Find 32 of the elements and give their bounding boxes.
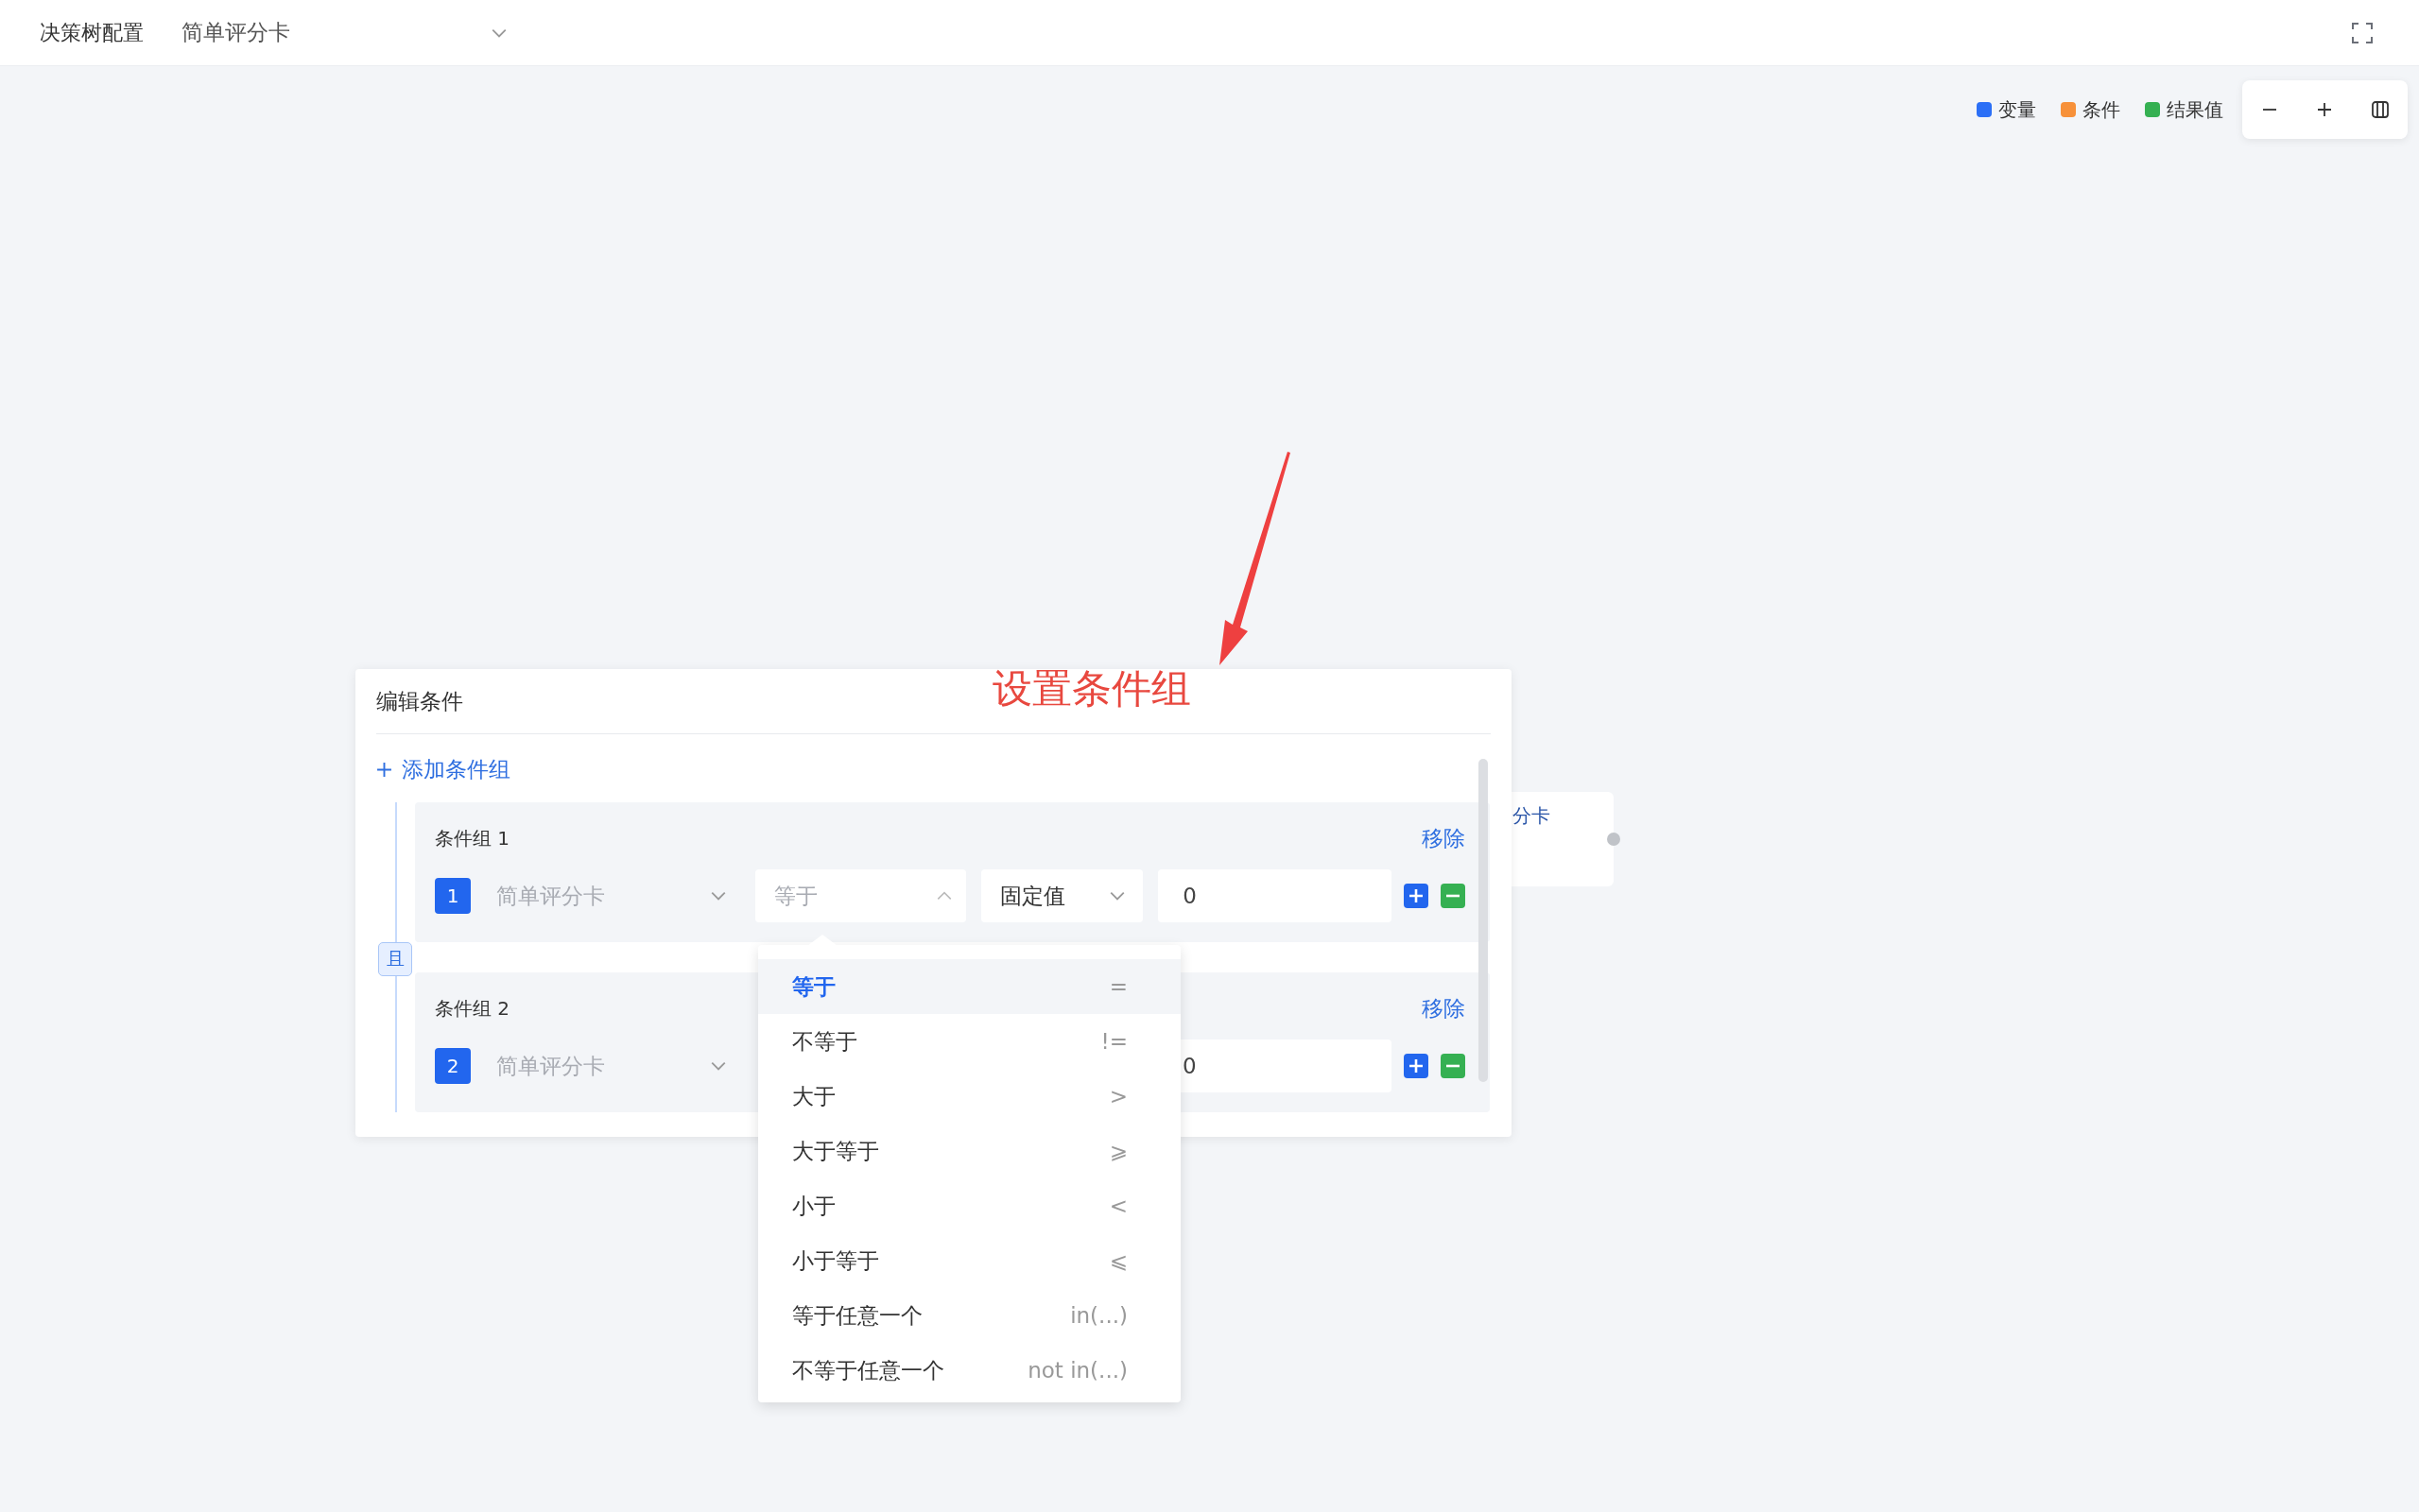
add-condition-button[interactable] <box>1404 884 1428 908</box>
value-type-select[interactable]: 固定值 <box>980 869 1144 922</box>
node-handle[interactable] <box>1607 833 1620 846</box>
add-condition-button[interactable] <box>1404 1054 1428 1078</box>
annotation-text: 设置条件组 <box>993 664 1191 713</box>
fullscreen-icon[interactable] <box>2351 21 2374 44</box>
operator-option[interactable]: 小于 < <box>758 1178 1181 1233</box>
operator-option[interactable]: 等于 = <box>758 959 1181 1014</box>
legend-label: 结果值 <box>2167 96 2223 123</box>
tree-select[interactable]: 简单评分卡 <box>181 18 508 47</box>
fit-view-icon[interactable] <box>2370 100 2390 119</box>
dialog-title: 编辑条件 <box>376 687 463 715</box>
legend-label: 变量 <box>1998 96 2036 123</box>
add-group-link[interactable]: 添加条件组 <box>376 753 510 785</box>
operator-option[interactable]: 小于等于 ⩽ <box>758 1233 1181 1288</box>
remove-link[interactable]: 移除 <box>1422 993 1465 1023</box>
operator-option[interactable]: 不等于任意一个 not in(...) <box>758 1343 1181 1398</box>
node-label: 分卡 <box>1512 804 1550 827</box>
condition-number: 2 <box>435 1048 471 1084</box>
and-tag[interactable]: 且 <box>378 942 412 976</box>
group-title: 条件组 2 <box>435 995 510 1022</box>
legend-label: 条件 <box>2082 96 2120 123</box>
operator-option[interactable]: 大于等于 ⩾ <box>758 1124 1181 1178</box>
remove-condition-button[interactable] <box>1441 1054 1465 1078</box>
plus-icon <box>376 761 392 778</box>
scrollbar[interactable] <box>1478 759 1488 1082</box>
remove-condition-button[interactable] <box>1441 884 1465 908</box>
group-title: 条件组 1 <box>435 825 510 851</box>
value-field[interactable]: 0 <box>1158 869 1391 922</box>
page-title: 决策树配置 <box>40 19 144 46</box>
operator-option[interactable]: 等于任意一个 in(...) <box>758 1288 1181 1343</box>
condition-number: 1 <box>435 878 471 914</box>
